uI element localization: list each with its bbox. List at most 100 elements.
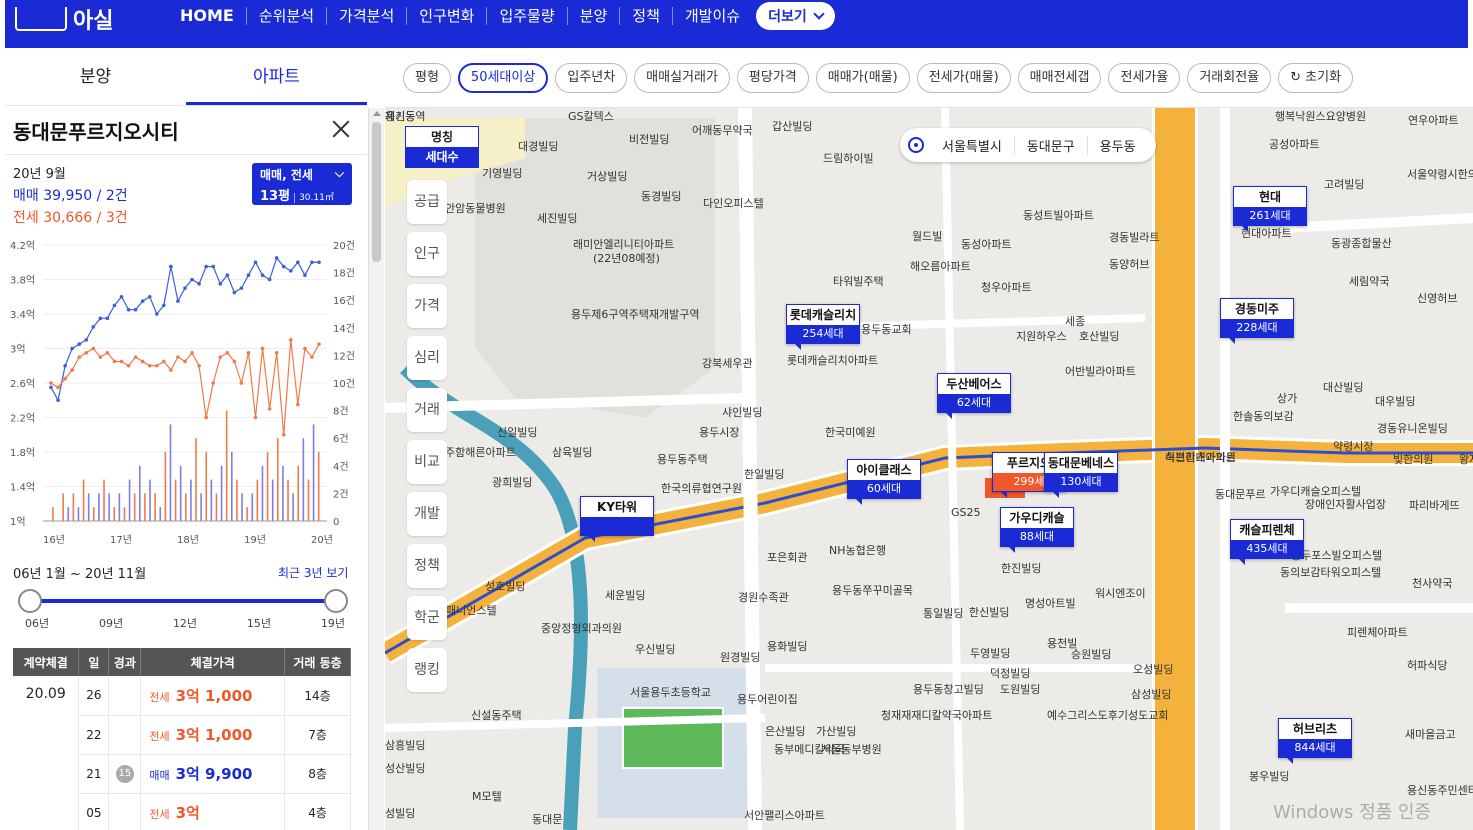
apartment-marker[interactable]: KY타워: [580, 496, 654, 542]
x-tick-label: 19년: [244, 534, 266, 546]
redevelopment-area: [475, 118, 715, 418]
apartment-marker[interactable]: 캐슬피렌체 435세대: [1230, 519, 1304, 565]
filter-chip[interactable]: 평형: [403, 63, 451, 93]
map-place-label: 공성아파트: [1269, 138, 1320, 151]
panel-scrollbar[interactable]: [368, 108, 384, 830]
nav-home[interactable]: HOME: [168, 7, 247, 25]
nav-price-analysis[interactable]: 가격분석: [327, 7, 408, 25]
x-tick-label: 20년: [311, 534, 333, 546]
period-slider-track[interactable]: [30, 599, 336, 603]
marker-count: 435세대: [1231, 540, 1303, 558]
apartment-marker[interactable]: 경동미주 228세대: [1220, 298, 1294, 344]
deal-type-selector[interactable]: 매매, 전세 ⌵ 13평 30.11㎡: [252, 163, 352, 205]
nav-policy[interactable]: 정책: [620, 7, 673, 25]
map-place-label: 두영빌딩: [970, 647, 1011, 660]
tab-apartment[interactable]: 아파트: [186, 48, 367, 105]
slider-end-handle[interactable]: [324, 589, 348, 613]
filter-chip[interactable]: 입주년차: [555, 63, 628, 93]
volume-bar: [220, 465, 223, 521]
slider-tick: 12년: [172, 617, 198, 630]
marker-count: 261세대: [1234, 207, 1306, 225]
map-place-label: 삼성빌딩: [1131, 688, 1172, 701]
windows-watermark: Windows 정품 인증: [1273, 802, 1432, 823]
scroll-up-icon[interactable]: [373, 111, 381, 116]
series-point: [91, 346, 96, 351]
series-point: [105, 316, 110, 321]
map-side-button[interactable]: 거래: [407, 388, 447, 432]
map-side-button[interactable]: 인구: [407, 232, 447, 276]
marker-legend: 명칭 세대수: [405, 126, 479, 168]
target-icon[interactable]: [908, 137, 924, 153]
map-side-button[interactable]: 랭킹: [407, 648, 447, 692]
map-side-button[interactable]: 가격: [407, 284, 447, 328]
series-point: [190, 277, 194, 282]
price-value: 3억 1,000: [175, 726, 253, 744]
apartment-marker[interactable]: 롯데캐슬리치 254세대: [786, 304, 860, 350]
map-side-button[interactable]: 학군: [407, 596, 447, 640]
apartment-marker[interactable]: 아이클래스 60세대: [847, 459, 921, 505]
map-place-label: 어깨동무약국: [692, 124, 753, 137]
series-point: [140, 359, 145, 364]
nav-development[interactable]: 개발이슈: [673, 7, 752, 25]
reset-button[interactable]: ↻ 초기화: [1278, 63, 1354, 93]
y-tick-label: 1억: [10, 516, 26, 528]
filter-chip[interactable]: 매매실거래가: [634, 63, 730, 93]
marker-name: 아이클래스: [856, 463, 912, 477]
apartment-marker[interactable]: 허브리츠 844세대: [1278, 718, 1352, 764]
series-point: [154, 312, 159, 316]
map-place-label: 서안팰리스아파트: [744, 809, 825, 822]
filter-bar: 평형 50세대이상 입주년차 매매실거래가 평당가격 매매가(매물) 전세가(매물) 매매전세…: [385, 48, 1473, 108]
table-row[interactable]: 20.09 26 전세 3억 1,000 14층: [13, 676, 351, 830]
location-dong[interactable]: 용두동: [1088, 136, 1148, 155]
map-place-label: 오성빌딩: [1133, 663, 1174, 676]
x-tick-label: 18년: [177, 534, 199, 546]
marker-name: 캐슬피렌체: [1239, 523, 1295, 537]
filter-chip[interactable]: 전세가율: [1108, 63, 1181, 93]
location-district[interactable]: 동대문구: [1015, 135, 1088, 155]
map-place-label: 다인오피스텔: [703, 197, 764, 210]
filter-chip[interactable]: 거래회전율: [1187, 63, 1272, 93]
marker-count: [581, 517, 653, 535]
tab-presale[interactable]: 분양: [5, 48, 186, 105]
map-side-button[interactable]: 개발: [407, 492, 447, 536]
volume-bar: [72, 493, 75, 521]
slider-start-handle[interactable]: [18, 589, 42, 613]
logo[interactable]: 아실: [15, 4, 113, 34]
close-icon[interactable]: [330, 118, 352, 140]
scroll-thumb[interactable]: [372, 122, 381, 262]
filter-chip[interactable]: 평당가격: [736, 63, 809, 93]
nav-presale[interactable]: 분양: [568, 7, 621, 25]
location-city[interactable]: 서울특별시: [930, 135, 1015, 155]
volume-bar: [266, 452, 269, 521]
apartment-marker[interactable]: 가우디캐슬 88세대: [1000, 507, 1074, 553]
map-place-label: 강북세우관: [702, 357, 753, 370]
apartment-marker[interactable]: 두산베어스 62세대: [937, 373, 1011, 419]
map-side-button[interactable]: 비교: [407, 440, 447, 484]
series-point: [211, 264, 216, 269]
marker-count: 60세대: [848, 480, 920, 498]
nav-supply[interactable]: 입주물량: [487, 7, 568, 25]
series-point: [317, 342, 321, 346]
series-point: [281, 264, 286, 269]
apartment-marker[interactable]: 동대문베네스 130세대: [1044, 452, 1118, 498]
map-view[interactable]: GS칼텍스 비전빌딩 어깨동무약국 갑산빌딩 드림하이빌 대경빌딩 기영빌딩 거상빌딩 동경빌딩…: [385, 108, 1473, 830]
filter-chip[interactable]: 전세가(매물): [916, 63, 1011, 93]
price-chart: 4.2억 3.8억 3.4억 3억 2.6억 2.2억 1.8억 1.4억 1억 20건 18건 16…: [10, 240, 355, 546]
map-place-label: 거상빌딩: [587, 170, 628, 183]
more-button[interactable]: 더보기: [756, 2, 835, 30]
filter-chip[interactable]: 50세대이상: [457, 63, 549, 93]
nav-population[interactable]: 인구변화: [407, 7, 488, 25]
map-side-button[interactable]: 심리: [407, 336, 447, 380]
map-place-label: 허파식당: [1407, 659, 1448, 672]
size-area: 30.11㎡: [294, 193, 334, 203]
filter-chip[interactable]: 매매전세갭: [1017, 63, 1102, 93]
col-price: 체결가격: [140, 648, 286, 676]
recent-3y-link[interactable]: 최근 3년 보기: [278, 564, 348, 581]
map-side-button[interactable]: 공급: [407, 180, 447, 224]
nav-rank-analysis[interactable]: 순위분석: [247, 7, 328, 25]
filter-chip[interactable]: 매매가(매물): [815, 63, 910, 93]
cell-elapsed: [108, 715, 142, 755]
apartment-marker[interactable]: 현대 261세대: [1233, 186, 1307, 232]
map-side-button[interactable]: 정책: [407, 544, 447, 588]
contract-month: 20.09: [13, 676, 80, 830]
